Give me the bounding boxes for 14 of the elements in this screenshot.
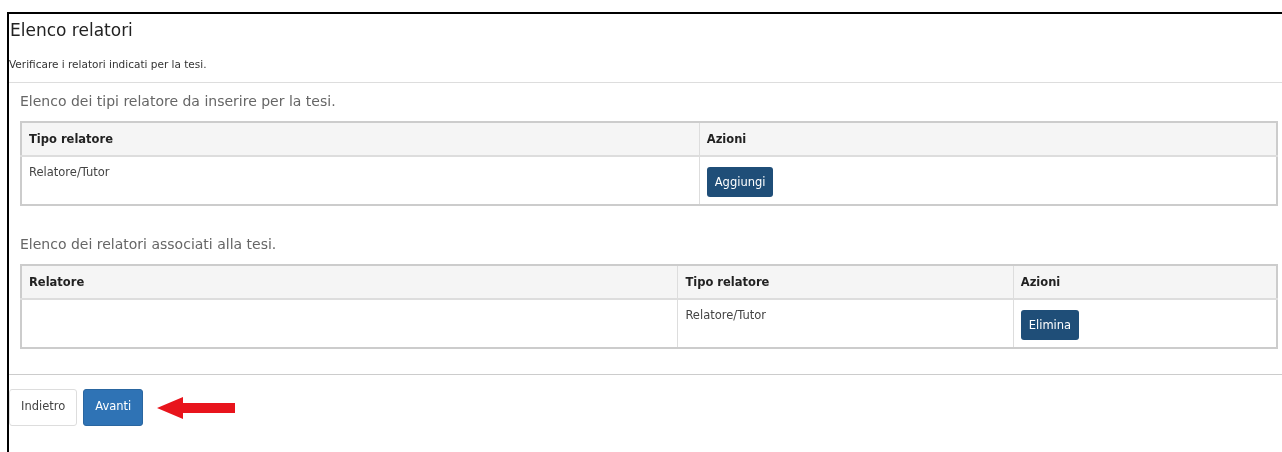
action-button[interactable]: Aggiungi — [706, 167, 774, 197]
arrow-icon — [157, 396, 236, 419]
column-header: Relatore — [21, 265, 678, 299]
column-header: Tipo relatore — [21, 122, 700, 156]
column-header: Tipo relatore — [677, 265, 1014, 299]
page-title: Elenco relatori — [9, 19, 133, 40]
section-heading: Elenco dei tipi relatore da inserire per la tesi. — [20, 93, 336, 109]
page-subtitle: Verificare i relatori indicati per la tesi. — [9, 58, 207, 70]
action-button[interactable]: Elimina — [1020, 310, 1080, 340]
next-button[interactable]: Avanti — [83, 389, 144, 426]
back-button[interactable]: Indietro — [9, 389, 78, 426]
column-header: Azioni — [1013, 265, 1277, 299]
section-heading: Elenco dei relatori associati alla tesi. — [20, 236, 277, 252]
column-header: Azioni — [699, 122, 1277, 156]
